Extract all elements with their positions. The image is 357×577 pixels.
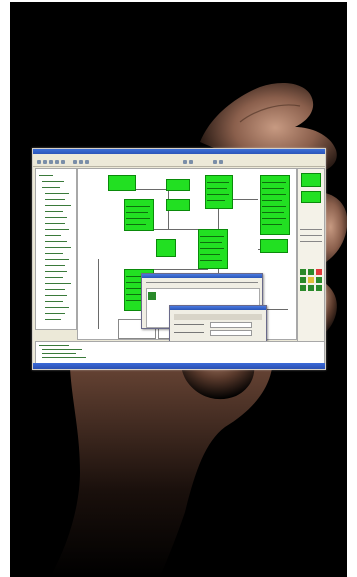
toolbar-button bbox=[79, 160, 83, 164]
toolbar-button bbox=[73, 160, 77, 164]
toolbar-button bbox=[85, 160, 89, 164]
photo-frame bbox=[10, 2, 347, 577]
entity-table bbox=[156, 239, 176, 257]
toolbar-button bbox=[37, 160, 41, 164]
screenshot-card bbox=[32, 148, 326, 370]
taskbar bbox=[33, 363, 325, 369]
properties-panel bbox=[297, 168, 325, 360]
entity-table bbox=[124, 199, 154, 231]
toolbar-button bbox=[189, 160, 193, 164]
toolbar-button bbox=[213, 160, 217, 164]
entity-table bbox=[260, 239, 288, 253]
entity-table bbox=[108, 175, 136, 191]
entity-table bbox=[166, 179, 190, 191]
entity-table bbox=[166, 199, 190, 211]
entity-table bbox=[205, 175, 233, 209]
output-panel bbox=[35, 341, 325, 365]
toolbar-button bbox=[49, 160, 53, 164]
toolbar-button bbox=[183, 160, 187, 164]
toolbar-button bbox=[219, 160, 223, 164]
model-tree-panel bbox=[35, 168, 77, 330]
entity-table bbox=[198, 229, 228, 269]
entity-table bbox=[260, 175, 290, 235]
toolbar-button bbox=[43, 160, 47, 164]
toolbar-button bbox=[55, 160, 59, 164]
toolbar-button bbox=[61, 160, 65, 164]
